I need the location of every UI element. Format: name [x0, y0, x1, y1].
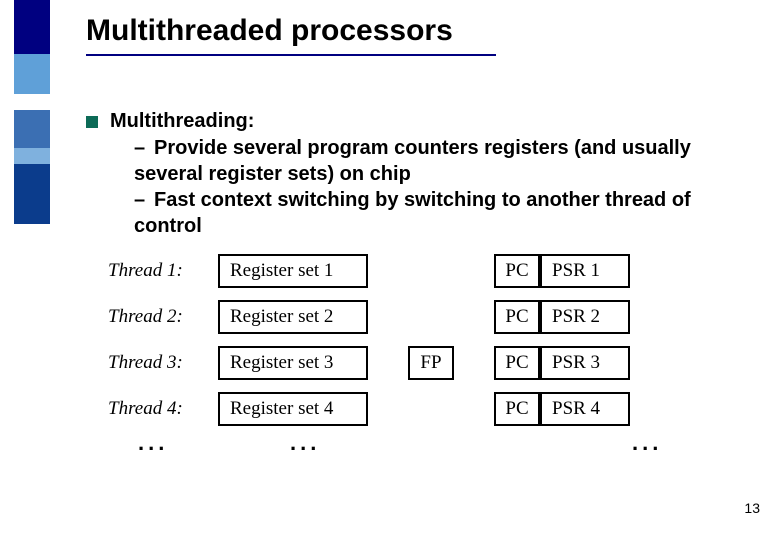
thread-label: Thread 3:: [108, 352, 218, 374]
sub-item-text: Fast context switching by switching to a…: [134, 189, 691, 237]
thread-row: Thread 3: Register set 3 FP PC PSR 3: [108, 340, 748, 386]
thread-row: Thread 1: Register set 1 PC PSR 1: [108, 248, 748, 294]
thread-label: Thread 2:: [108, 306, 218, 328]
psr-cell: PSR 1: [540, 254, 630, 288]
title-underline: [86, 54, 496, 56]
sidebar-block: [14, 164, 50, 224]
sidebar-block: [14, 54, 50, 94]
register-set-cell: Register set 1: [218, 254, 368, 288]
pc-cell: PC: [494, 346, 540, 380]
bullet-heading: Multithreading:: [110, 110, 726, 133]
psr-cell: PSR 2: [540, 300, 630, 334]
sidebar-block: [14, 0, 50, 54]
bullet-icon: [86, 116, 98, 128]
ellipsis: ...: [138, 430, 248, 456]
fp-cell: FP: [408, 346, 454, 380]
pc-cell: PC: [494, 254, 540, 288]
sidebar-block: [14, 110, 50, 148]
pc-cell: PC: [494, 392, 540, 426]
threads-diagram: Thread 1: Register set 1 PC PSR 1 Thread…: [108, 248, 748, 456]
thread-label: Thread 4:: [108, 398, 218, 420]
sidebar-block: [14, 94, 50, 110]
sub-item: –Provide several program counters regist…: [134, 135, 726, 187]
decorative-sidebar: [14, 0, 50, 540]
sub-item: –Fast context switching by switching to …: [134, 187, 726, 239]
ellipsis-row: ... ... ...: [108, 430, 748, 456]
thread-label: Thread 1:: [108, 260, 218, 282]
page-number: 13: [744, 500, 760, 516]
thread-row: Thread 4: Register set 4 PC PSR 4: [108, 386, 748, 432]
sidebar-block: [14, 224, 50, 504]
slide-content: Multithreading: –Provide several program…: [86, 110, 726, 239]
register-set-cell: Register set 2: [218, 300, 368, 334]
register-set-cell: Register set 4: [218, 392, 368, 426]
slide-title: Multithreaded processors: [86, 14, 453, 48]
ellipsis: ...: [632, 430, 662, 456]
psr-cell: PSR 4: [540, 392, 630, 426]
sub-item-text: Provide several program counters registe…: [134, 137, 691, 185]
register-set-cell: Register set 3: [218, 346, 368, 380]
sidebar-block: [14, 148, 50, 164]
pc-cell: PC: [494, 300, 540, 334]
thread-row: Thread 2: Register set 2 PC PSR 2: [108, 294, 748, 340]
psr-cell: PSR 3: [540, 346, 630, 380]
ellipsis: ...: [290, 430, 440, 456]
